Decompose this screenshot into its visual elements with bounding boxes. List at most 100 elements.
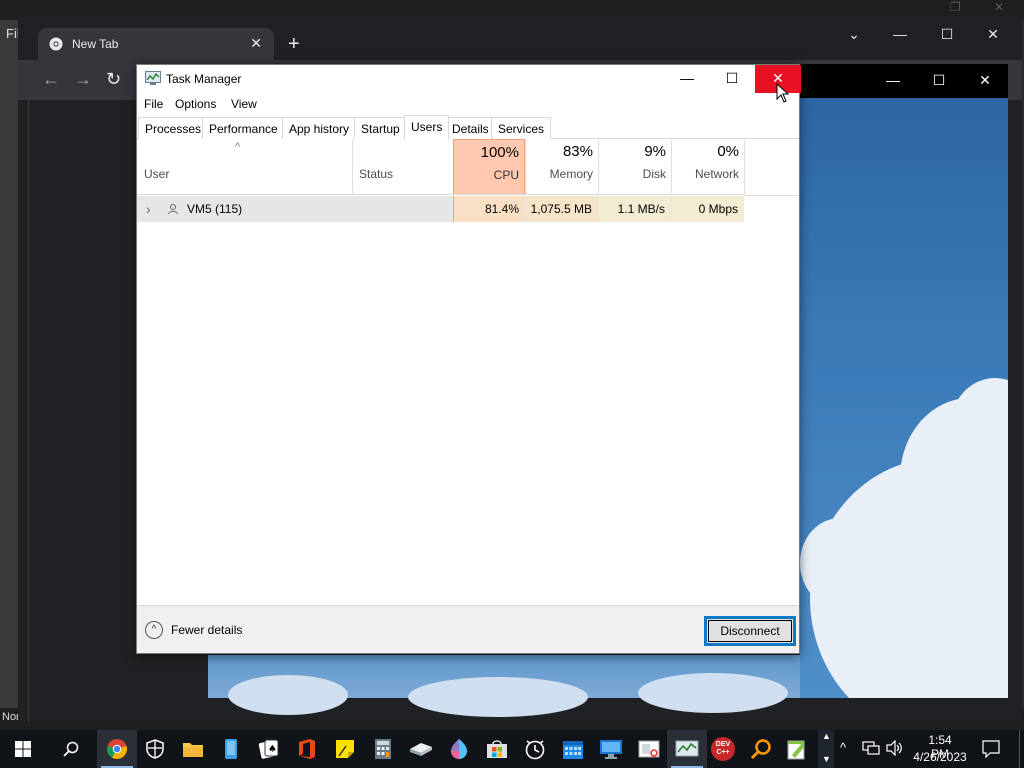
tab-app-history[interactable]: App history [282,117,357,139]
task-manager-app-icon [145,71,161,85]
snipping-icon [638,740,660,758]
chrome-tab-title: New Tab [72,37,119,51]
scroll-up-icon[interactable]: ▲ [822,731,831,741]
phone-icon [225,739,237,759]
expand-chevron-icon[interactable]: › [146,201,151,217]
disk-total-percent: 9% [644,143,666,160]
tray-overflow-chevron-icon[interactable]: ^ [840,740,846,768]
taskbar-notepad-plus-icon[interactable] [782,734,812,764]
column-header-network[interactable]: 0% Network [672,139,744,195]
column-header-cpu[interactable]: 100% CPU [453,139,525,195]
tab-performance[interactable]: Performance [202,117,285,139]
taskbar-windows-security-icon[interactable] [140,734,170,764]
cards-icon: ♠ [258,739,279,759]
row-disk-cell: 1.1 MB/s [599,196,671,222]
taskbar-office-icon[interactable] [292,734,322,764]
taskbar-magnifier-icon[interactable] [746,734,776,764]
chrome-tab-new-tab[interactable]: New Tab ✕ [38,28,274,60]
rdp-minimize-button[interactable]: — [881,72,905,88]
taskbar-clock-date[interactable]: 4/26/2023 [910,750,970,764]
taskbar-remote-desktop-icon[interactable] [596,734,626,764]
chrome-reload-button[interactable]: ↻ [106,70,121,88]
row-memory-cell: 1,075.5 MB [526,196,598,222]
column-header-memory[interactable]: 83% Memory [526,139,598,195]
magnifier-icon [750,739,771,760]
scroll-down-icon[interactable]: ▼ [822,754,831,764]
memory-total-percent: 83% [562,143,593,160]
chrome-tab-close-icon[interactable]: ✕ [250,35,262,52]
rdp-maximize-button[interactable]: ☐ [927,72,951,89]
remote-desktop-wallpaper-lower [208,655,800,717]
fewer-details-link[interactable]: Fewer details [171,623,242,637]
task-manager-titlebar[interactable]: Task Manager — ☐ ✕ [137,65,801,93]
store-bag-icon [487,740,507,758]
folder-icon [183,743,203,757]
taskbar-task-manager-icon[interactable] [672,734,702,764]
task-manager-minimize-button[interactable]: — [664,65,710,93]
start-button[interactable] [8,734,38,764]
network-icon[interactable] [862,740,880,756]
chrome-forward-button[interactable]: → [74,70,92,88]
disconnect-button-label: Disconnect [720,624,780,638]
taskbar-phone-link-icon[interactable] [216,734,246,764]
taskbar-microsoft-store-icon[interactable] [482,734,512,764]
taskbar-overflow-scroller[interactable]: ▲ ▼ [818,730,834,768]
column-header-user[interactable]: ^ User [137,139,352,195]
disconnect-button[interactable]: Disconnect [704,616,796,646]
remote-desktop-titlebar: — ☐ ✕ [800,64,1008,98]
taskbar-solitaire-icon[interactable]: ♠ [254,734,284,764]
menu-file[interactable]: File [144,97,163,111]
search-icon [63,741,79,757]
taskbar-paint-3d-icon[interactable] [444,734,474,764]
dev-cpp-badge: DEV C++ [711,737,735,761]
mouse-cursor-icon [776,83,790,103]
taskbar-snipping-tool-icon[interactable] [634,734,664,764]
wallpaper-cloud [638,673,788,713]
task-manager-maximize-button[interactable]: ☐ [709,65,755,93]
chrome-tab-search-icon[interactable]: ⌄ [842,26,866,43]
column-header-disk-label: Disk [642,167,666,181]
column-header-disk[interactable]: 9% Disk [599,139,671,195]
fewer-details-chevron-icon[interactable]: ^ [145,621,163,639]
volume-icon[interactable] [886,740,904,756]
taskbar-calculator-icon[interactable] [368,734,398,764]
chrome-maximize-button[interactable]: ☐ [935,26,959,43]
chrome-back-button[interactable]: ← [42,70,60,88]
chrome-close-button[interactable]: ✕ [981,26,1005,43]
row-network-cell: 0 Mbps [672,196,744,222]
network-total-percent: 0% [717,143,739,160]
tab-startup[interactable]: Startup [354,117,407,139]
tab-processes[interactable]: Processes [138,117,209,139]
sort-ascending-icon: ^ [235,141,241,153]
chrome-new-tab-button[interactable]: + [288,34,300,54]
background-editor-menu-strip: Fil [0,20,20,710]
taskbar-clock-icon[interactable] [520,734,550,764]
row-cpu-cell: 81.4% [453,196,525,222]
taskbar-dvd-player-icon[interactable] [406,734,436,764]
taskbar-calendar-icon[interactable] [558,734,588,764]
task-manager-footer: ^ Fewer details Disconnect [137,605,799,653]
task-manager-window: Task Manager — ☐ ✕ File Options View Pro… [136,64,801,654]
notification-center-icon[interactable] [982,740,1000,758]
tab-services[interactable]: Services [491,117,552,139]
column-header-status-label: Status [359,167,394,181]
tab-users[interactable]: Users [404,115,450,140]
menu-options[interactable]: Options [175,97,216,111]
show-desktop-button[interactable] [1019,730,1024,768]
taskbar-sticky-notes-icon[interactable] [330,734,360,764]
menu-view[interactable]: View [231,97,257,111]
tab-details[interactable]: Details [445,117,496,139]
cpu-total-percent: 100% [480,144,519,161]
search-button[interactable] [56,734,86,764]
column-header-status[interactable]: Status [353,139,452,195]
remote-desktop-wallpaper [800,98,1008,698]
taskbar-dev-cpp-icon[interactable]: DEV C++ [708,734,738,764]
taskbar-chrome-icon[interactable] [102,734,132,764]
rdp-close-button[interactable]: ✕ [973,72,997,89]
user-icon [168,204,178,215]
column-header-cpu-label: CPU [493,168,519,182]
chrome-tabstrip: New Tab ✕ + ⌄ — ☐ ✕ [18,16,1022,60]
taskbar-file-explorer-icon[interactable] [178,734,208,764]
chrome-minimize-button[interactable]: — [888,26,912,42]
calendar-icon [563,741,583,759]
